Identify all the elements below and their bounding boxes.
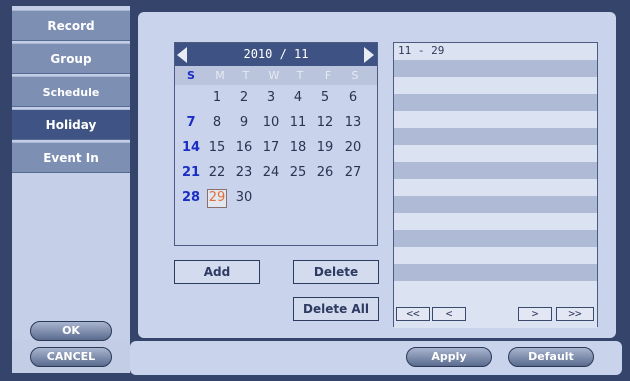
- list-row-slot[interactable]: [394, 162, 597, 179]
- calendar-day[interactable]: 23: [232, 162, 256, 184]
- calendar-day[interactable]: 15: [205, 137, 229, 159]
- weekday-label: M: [215, 69, 225, 82]
- list-prev-button[interactable]: <: [432, 307, 466, 321]
- calendar-day[interactable]: 22: [205, 162, 229, 184]
- calendar-day[interactable]: 29: [205, 187, 229, 209]
- weekday-header: S M T W T F S: [175, 66, 377, 85]
- sidebar-item-holiday[interactable]: Holiday: [12, 109, 130, 140]
- calendar-day[interactable]: 5: [313, 87, 337, 109]
- calendar-day[interactable]: 13: [341, 112, 365, 134]
- calendar-day[interactable]: 16: [232, 137, 256, 159]
- list-row-slot[interactable]: [394, 213, 597, 230]
- calendar-day[interactable]: 11: [286, 112, 310, 134]
- list-row-slot[interactable]: [394, 60, 597, 77]
- list-item[interactable]: 11 - 29: [394, 43, 597, 57]
- next-month-icon[interactable]: [364, 47, 374, 63]
- default-button[interactable]: Default: [508, 347, 594, 367]
- holiday-list: 11 - 29 << < > >>: [393, 42, 598, 328]
- calendar-day[interactable]: 21: [179, 162, 203, 184]
- cancel-button[interactable]: CANCEL: [30, 347, 112, 367]
- sidebar-item-event-in[interactable]: Event In: [12, 142, 130, 173]
- calendar-day[interactable]: 12: [313, 112, 337, 134]
- list-row-slot[interactable]: [394, 264, 597, 281]
- calendar-day[interactable]: 17: [259, 137, 283, 159]
- holiday-entry: 11 - 29: [398, 44, 445, 57]
- calendar-day[interactable]: 14: [179, 137, 203, 159]
- list-row-slot[interactable]: [394, 230, 597, 247]
- list-row-slot[interactable]: [394, 281, 597, 298]
- calendar-day[interactable]: 24: [259, 162, 283, 184]
- weekday-label: F: [324, 69, 332, 82]
- calendar: 2010 / 11 S M T W T F S 1 2 3 4 5 6 7 8 9 10 11 12 1…: [174, 42, 378, 246]
- prev-month-icon[interactable]: [177, 47, 187, 63]
- weekday-label: T: [296, 69, 304, 82]
- calendar-day[interactable]: 1: [205, 87, 229, 109]
- list-row-slot[interactable]: [394, 145, 597, 162]
- list-row-slot[interactable]: [394, 247, 597, 264]
- calendar-day[interactable]: 7: [179, 112, 203, 134]
- list-row-slot[interactable]: [394, 94, 597, 111]
- weekday-label: S: [187, 69, 195, 82]
- calendar-header: 2010 / 11: [175, 43, 377, 66]
- calendar-day[interactable]: 9: [232, 112, 256, 134]
- add-button[interactable]: Add: [174, 260, 260, 284]
- list-row-slot[interactable]: [394, 179, 597, 196]
- list-row-slot[interactable]: [394, 128, 597, 145]
- holiday-settings-screen: Record Group Schedule Holiday Event In O…: [0, 0, 630, 381]
- calendar-day[interactable]: 30: [232, 187, 256, 209]
- delete-button[interactable]: Delete: [293, 260, 379, 284]
- calendar-day[interactable]: 3: [259, 87, 283, 109]
- delete-all-button[interactable]: Delete All: [293, 297, 379, 321]
- weekday-label: W: [268, 69, 280, 82]
- list-footer: [394, 324, 597, 328]
- calendar-day[interactable]: 19: [313, 137, 337, 159]
- sidebar-item-record[interactable]: Record: [12, 10, 130, 41]
- sidebar-item-schedule[interactable]: Schedule: [12, 76, 130, 107]
- weekday-label: T: [242, 69, 250, 82]
- list-last-button[interactable]: >>: [556, 307, 594, 321]
- calendar-day[interactable]: 6: [341, 87, 365, 109]
- list-first-button[interactable]: <<: [396, 307, 430, 321]
- ok-button[interactable]: OK: [30, 321, 112, 341]
- list-next-button[interactable]: >: [518, 307, 552, 321]
- sidebar-lower-panel: [12, 172, 130, 340]
- calendar-day[interactable]: 2: [232, 87, 256, 109]
- calendar-day[interactable]: 28: [179, 187, 203, 209]
- calendar-day[interactable]: 25: [286, 162, 310, 184]
- list-row-slot[interactable]: [394, 77, 597, 94]
- calendar-day[interactable]: 10: [259, 112, 283, 134]
- calendar-day[interactable]: 8: [205, 112, 229, 134]
- list-row-slot[interactable]: [394, 196, 597, 213]
- calendar-day[interactable]: 20: [341, 137, 365, 159]
- calendar-day[interactable]: 18: [286, 137, 310, 159]
- calendar-day[interactable]: 26: [313, 162, 337, 184]
- calendar-day[interactable]: 4: [286, 87, 310, 109]
- calendar-month-label: 2010 / 11: [243, 47, 309, 61]
- sidebar-item-group[interactable]: Group: [12, 43, 130, 74]
- weekday-label: S: [351, 69, 359, 82]
- calendar-day[interactable]: 27: [341, 162, 365, 184]
- list-row-slot[interactable]: [394, 111, 597, 128]
- apply-button[interactable]: Apply: [406, 347, 492, 367]
